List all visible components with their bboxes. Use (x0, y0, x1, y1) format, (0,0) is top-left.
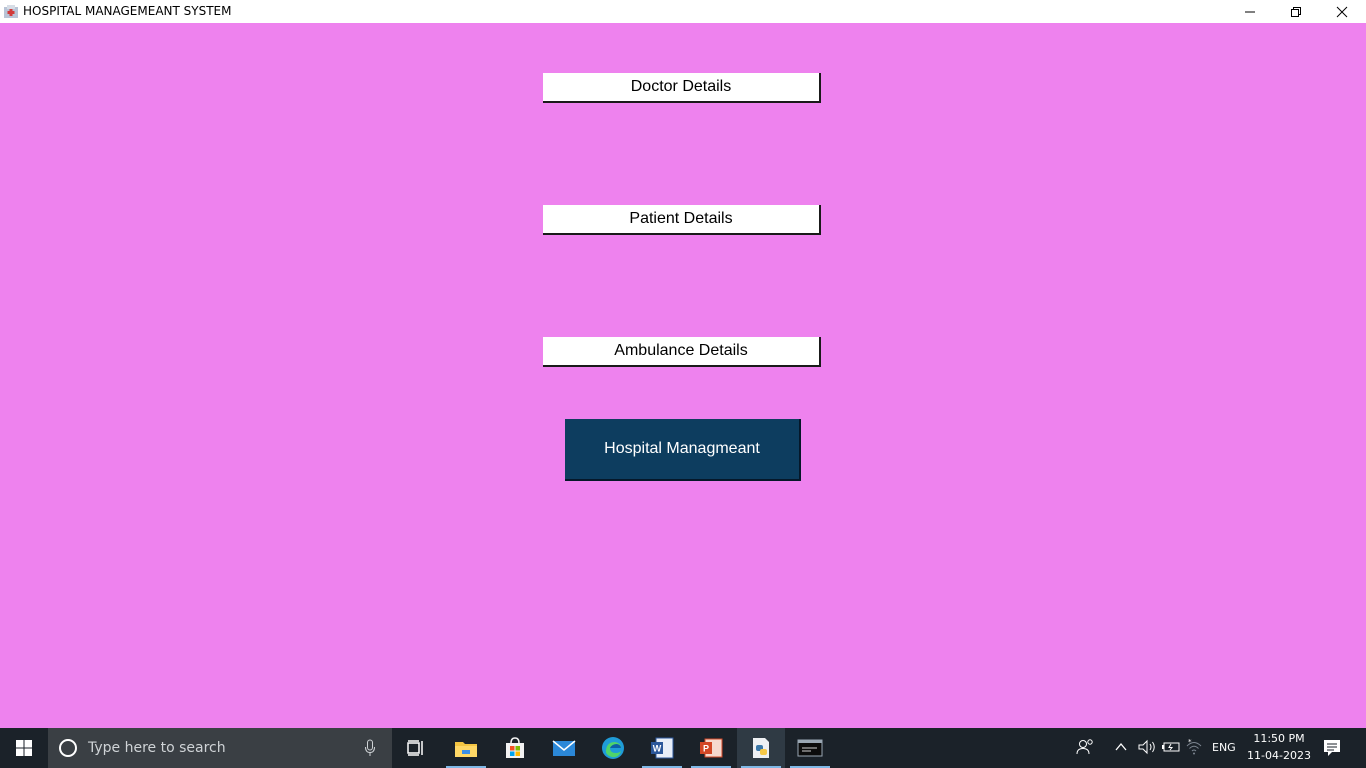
powerpoint-button[interactable]: P (687, 728, 735, 768)
mail-button[interactable] (540, 728, 588, 768)
minimize-button[interactable] (1227, 0, 1273, 23)
terminal-button[interactable] (786, 728, 834, 768)
svg-text:*: * (1188, 738, 1192, 746)
minimize-icon (1245, 11, 1255, 12)
taskbar-search-box[interactable]: Type here to search (48, 728, 392, 768)
search-placeholder: Type here to search (88, 740, 226, 756)
edge-button[interactable] (589, 728, 637, 768)
powerpoint-icon: P (700, 738, 723, 758)
task-view-button[interactable] (392, 728, 440, 768)
notifications-icon[interactable] (1323, 739, 1341, 757)
microsoft-store-button[interactable] (491, 728, 539, 768)
restore-icon (1291, 6, 1301, 17)
close-icon (1336, 6, 1348, 17)
wifi-icon[interactable]: * (1185, 738, 1203, 756)
restore-button[interactable] (1273, 0, 1319, 23)
file-explorer-button[interactable] (442, 728, 490, 768)
chevron-up-icon[interactable] (1114, 740, 1128, 754)
word-icon: W (651, 737, 674, 759)
ambulance-details-button[interactable]: Ambulance Details (543, 337, 821, 367)
patient-details-button[interactable]: Patient Details (543, 205, 821, 235)
mail-icon (552, 740, 576, 756)
hospital-app-icon (3, 4, 19, 19)
python-icon (753, 738, 769, 758)
svg-text:P: P (703, 744, 709, 754)
file-explorer-icon (455, 742, 477, 757)
close-button[interactable] (1319, 0, 1365, 23)
window-title: HOSPITAL MANAGEMEANT SYSTEM (23, 4, 232, 18)
task-view-icon (407, 740, 423, 756)
cortana-icon (59, 739, 77, 757)
microphone-icon[interactable] (364, 739, 376, 757)
start-button[interactable] (0, 728, 48, 768)
clock-time[interactable]: 11:50 PM (1253, 732, 1305, 745)
language-indicator[interactable]: ENG (1212, 741, 1236, 754)
taskbar: Type here to search W P * ENG 11:50 PM 1… (0, 728, 1366, 768)
terminal-icon (797, 739, 823, 757)
people-icon[interactable] (1076, 738, 1094, 756)
doctor-details-button[interactable]: Doctor Details (543, 73, 821, 103)
edge-icon (602, 737, 624, 759)
main-window: Doctor Details Patient Details Ambulance… (0, 23, 1366, 728)
hospital-managmeant-button[interactable]: Hospital Managmeant (565, 419, 801, 481)
windows-logo-icon (16, 740, 32, 756)
volume-icon[interactable] (1137, 739, 1157, 755)
word-button[interactable]: W (638, 728, 686, 768)
clock-date[interactable]: 11-04-2023 (1247, 749, 1311, 762)
microsoft-store-icon (506, 737, 524, 758)
svg-text:W: W (653, 744, 662, 754)
python-app-button[interactable] (737, 728, 785, 768)
battery-icon[interactable] (1161, 740, 1181, 754)
title-bar: HOSPITAL MANAGEMEANT SYSTEM (0, 0, 1366, 23)
